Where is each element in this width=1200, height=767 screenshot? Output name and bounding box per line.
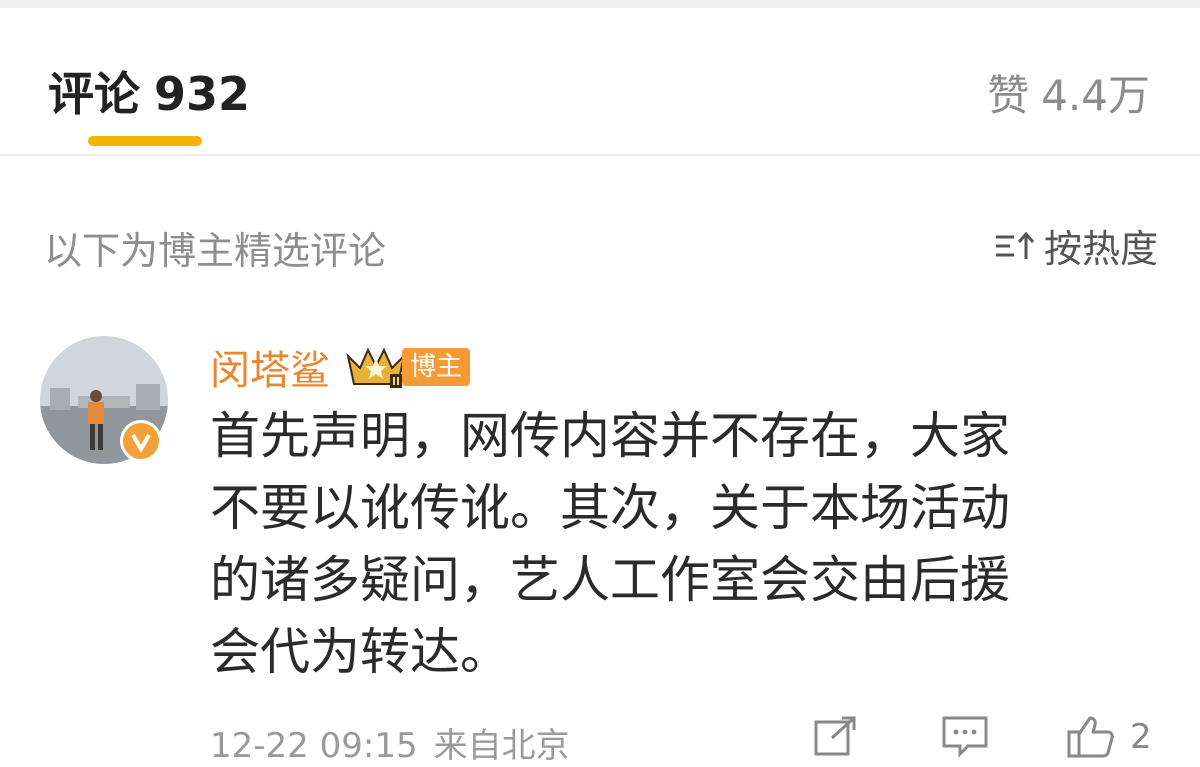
comment-line: 的诸多疑问，艺人工作室会交由后援: [210, 551, 1010, 609]
sort-icon: [995, 231, 1035, 259]
selected-comments-label: 以下为博主精选评论: [44, 229, 387, 273]
verified-v-icon: [120, 420, 162, 462]
comment-icon: [942, 716, 988, 758]
sort-by-hot-button[interactable]: 按热度: [994, 218, 1158, 273]
tab-comments-count: 932: [154, 67, 251, 121]
active-tab-indicator: [88, 136, 202, 146]
comment-line: 首先声明，网传内容并不存在，大家: [210, 407, 1010, 465]
comment-meta: 12-22 09:15 来自北京: [210, 718, 570, 767]
reply-button[interactable]: [940, 714, 990, 760]
crown-level-icon: [346, 347, 406, 388]
share-icon: [814, 716, 856, 756]
tab-likes-label: 赞: [987, 71, 1030, 120]
tab-comments[interactable]: 评论 932: [48, 58, 250, 124]
sort-label: 按热度: [1043, 227, 1158, 271]
tab-likes-count: 4.4万: [1041, 71, 1150, 120]
thumbs-up-icon: [1067, 716, 1114, 758]
blogger-badge: 博主: [402, 348, 471, 386]
share-button[interactable]: [812, 714, 860, 760]
tab-likes[interactable]: 赞 4.4万: [987, 62, 1150, 123]
comment-timestamp: 12-22 09:15: [210, 726, 418, 766]
comment-line: 不要以讹传讹。其次，关于本场活动: [210, 479, 1010, 537]
like-count: 2: [1130, 717, 1152, 757]
tab-comments-label: 评论: [48, 67, 140, 121]
comment-line: 会代为转达。: [210, 623, 510, 681]
comment-location: 来自北京: [433, 726, 570, 766]
author-row: 闵塔鲨 博主: [210, 338, 471, 396]
comment-item: 闵塔鲨 博主 首先声明，网传内容并不存在，大家 不要以讹传讹。其次，关于本场活动…: [0, 330, 1200, 767]
author-name[interactable]: 闵塔鲨: [210, 338, 330, 396]
top-divider: [0, 0, 1200, 8]
like-button[interactable]: 2: [1066, 714, 1152, 760]
comment-tabs-bar: 评论 932 赞 4.4万: [0, 8, 1200, 156]
comment-text: 首先声明，网传内容并不存在，大家 不要以讹传讹。其次，关于本场活动 的诸多疑问，…: [210, 400, 1150, 688]
filter-row: 以下为博主精选评论 按热度: [0, 210, 1200, 280]
